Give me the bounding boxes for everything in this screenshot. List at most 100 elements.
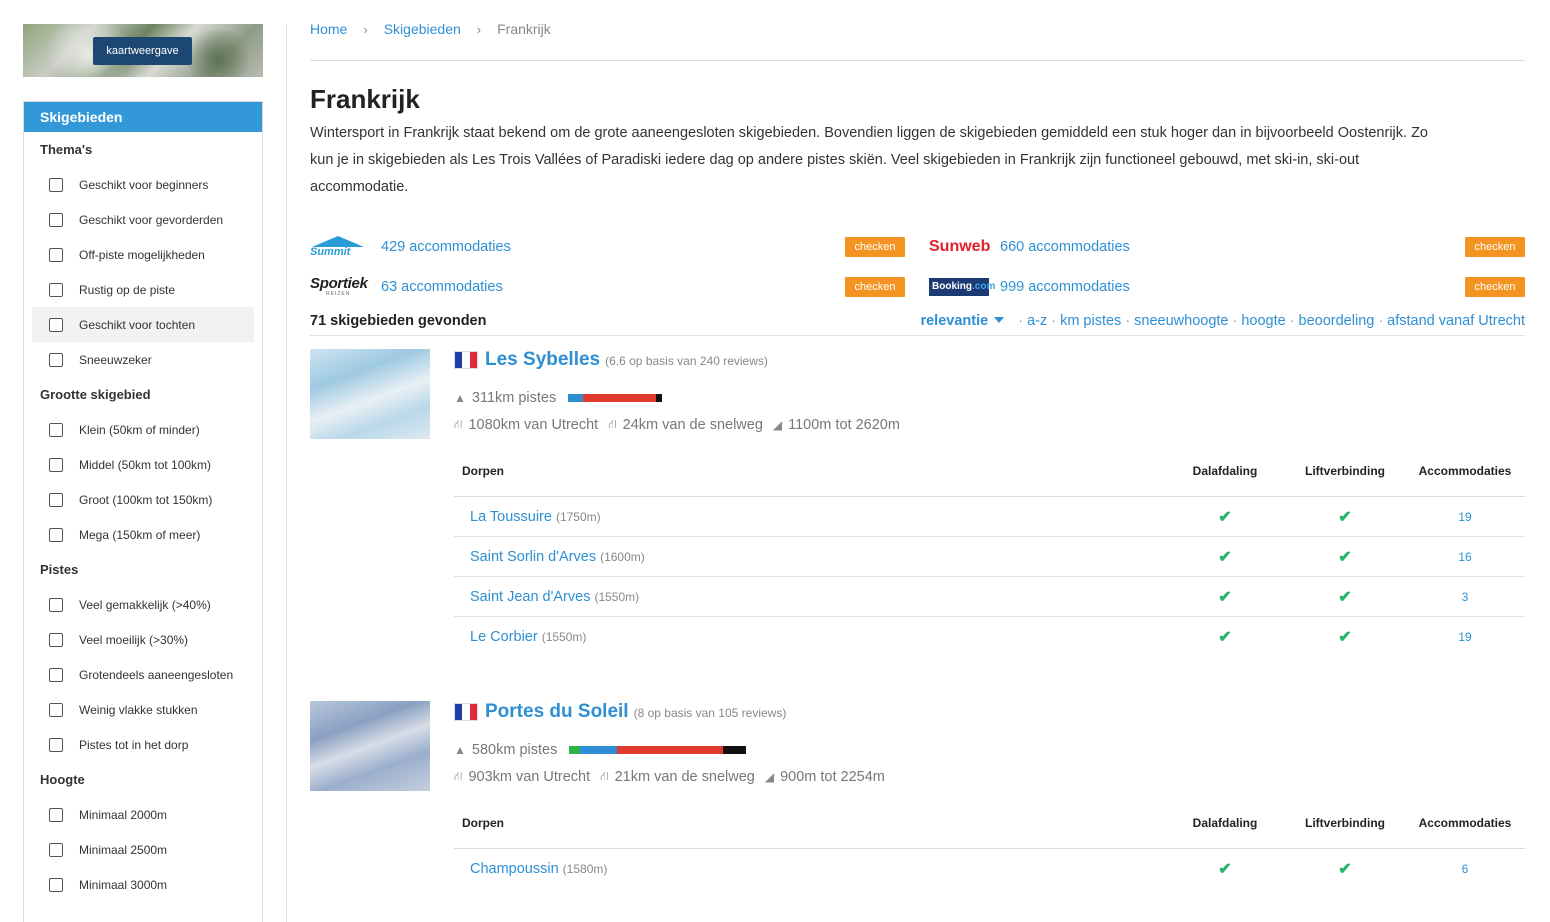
ski-area-reviews: (8 op basis van 105 reviews) <box>633 706 787 720</box>
ski-area-name[interactable]: Portes du Soleil <box>485 701 629 723</box>
partner-sportiek[interactable]: Sportiek REIZEN 63 accommodaties <box>310 275 503 299</box>
check-button-summit[interactable]: checken <box>845 237 905 257</box>
filter-option[interactable]: Minimaal 3000m <box>32 867 254 902</box>
piste-km: 311km pistes <box>471 390 557 406</box>
lift-cell: ✔ <box>1285 587 1405 607</box>
filter-option[interactable]: Off-piste mogelijkheden <box>32 237 254 272</box>
filter-option[interactable]: Geschikt voor gevorderden <box>32 202 254 237</box>
filter-checkbox[interactable] <box>49 177 63 192</box>
page-title: Frankrijk <box>310 84 420 114</box>
filter-checkbox[interactable] <box>49 422 63 437</box>
altitude-icon: ◢ <box>764 770 775 784</box>
accommodations-count[interactable]: 16 <box>1458 550 1471 564</box>
filter-checkbox[interactable] <box>49 492 63 507</box>
ski-area-title-row: Portes du Soleil (8 op basis van 105 revi… <box>454 701 786 723</box>
filter-panel: Skigebieden Thema's Geschikt voor beginne… <box>23 101 263 922</box>
filter-option[interactable]: Weinig vlakke stukken <box>32 692 254 727</box>
accommodations-cell: 6 <box>1405 860 1525 878</box>
partner-count[interactable]: 429 accommodaties <box>381 239 511 255</box>
partner-count[interactable]: 63 accommodaties <box>381 279 503 295</box>
village-altitude: (1550m) <box>594 589 640 604</box>
filter-checkbox[interactable] <box>49 457 63 472</box>
filter-checkbox[interactable] <box>49 737 63 752</box>
partner-count[interactable]: 999 accommodaties <box>1000 279 1130 295</box>
filter-checkbox[interactable] <box>49 212 63 227</box>
filter-checkbox[interactable] <box>49 632 63 647</box>
partner-sunweb[interactable]: Sunweb 660 accommodaties <box>929 235 1130 259</box>
filter-option[interactable]: Minimaal 2000m <box>32 797 254 832</box>
accommodations-cell: 19 <box>1405 628 1525 646</box>
filter-group-title: Grootte skigebied <box>40 387 151 402</box>
village-name[interactable]: Le Corbier <box>470 629 538 645</box>
village-name[interactable]: Saint Sorlin d'Arves <box>470 549 596 565</box>
village-row: La Toussuire (1750m) ✔ ✔ 19 <box>454 497 1525 537</box>
filter-option[interactable]: Veel moeilijk (>30%) <box>32 622 254 657</box>
check-button-booking[interactable]: checken <box>1465 277 1525 297</box>
filter-option[interactable]: Klein (50km of minder) <box>32 412 254 447</box>
village-name[interactable]: La Toussuire <box>470 509 552 525</box>
filter-checkbox[interactable] <box>49 527 63 542</box>
villages-table: Dorpen Dalafdaling Liftverbinding Accommoda… <box>454 798 1525 889</box>
accommodations-count[interactable]: 3 <box>1462 590 1469 604</box>
villages-table-header: Dorpen Dalafdaling Liftverbinding Accommoda… <box>454 446 1525 497</box>
partner-summit[interactable]: Summit 429 accommodaties <box>310 235 511 259</box>
ski-area-thumbnail[interactable] <box>310 349 430 439</box>
partner-count[interactable]: 660 accommodaties <box>1000 239 1130 255</box>
summit-logo: Summit <box>310 235 372 259</box>
filter-checkbox[interactable] <box>49 282 63 297</box>
filter-option[interactable]: Grotendeels aaneengesloten <box>32 657 254 692</box>
breadcrumb: Home › Skigebieden › Frankrijk <box>310 0 1525 61</box>
filter-label: Grotendeels aaneengesloten <box>79 667 234 682</box>
lift-cell: ✔ <box>1285 547 1405 567</box>
filter-checkbox[interactable] <box>49 842 63 857</box>
filter-option[interactable]: Minimaal 2500m <box>32 832 254 867</box>
breadcrumb-home[interactable]: Home <box>310 21 347 37</box>
ski-area-thumbnail[interactable] <box>310 701 430 791</box>
filter-checkbox[interactable] <box>49 597 63 612</box>
piste-black-segment <box>655 394 663 402</box>
filter-option[interactable]: Sneeuwzeker <box>32 342 254 377</box>
ski-area-name[interactable]: Les Sybelles <box>485 349 600 371</box>
accommodations-count[interactable]: 6 <box>1462 862 1469 876</box>
distance-from-utrecht: 903km van Utrecht <box>468 769 591 785</box>
filter-group-title: Thema's <box>40 142 93 157</box>
villages-table: Dorpen Dalafdaling Liftverbinding Accommoda… <box>454 446 1525 657</box>
map-thumbnail[interactable]: kaartweergave <box>23 24 263 77</box>
accommodations-count[interactable]: 19 <box>1458 630 1471 644</box>
check-button-sunweb[interactable]: checken <box>1465 237 1525 257</box>
filter-label: Mega (150km of meer) <box>79 527 201 542</box>
map-view-button[interactable]: kaartweergave <box>93 37 192 65</box>
filter-option[interactable]: Rustig op de piste <box>32 272 254 307</box>
accommodations-cell: 3 <box>1405 588 1525 606</box>
accommodations-count[interactable]: 19 <box>1458 510 1471 524</box>
filter-label: Veel gemakkelijk (>40%) <box>79 597 211 612</box>
filter-option[interactable]: Geschikt voor beginners <box>32 167 254 202</box>
village-name[interactable]: Saint Jean d'Arves <box>470 589 590 605</box>
filter-option[interactable]: Veel gemakkelijk (>40%) <box>32 587 254 622</box>
chevron-down-icon[interactable] <box>994 316 1005 323</box>
filter-option[interactable]: Middel (50km tot 100km) <box>32 447 254 482</box>
header-accommodations: Accommodaties <box>1418 816 1512 830</box>
filter-checkbox[interactable] <box>49 877 63 892</box>
filter-option[interactable]: Pistes tot in het dorp <box>32 727 254 762</box>
village-altitude: (1580m) <box>562 862 608 876</box>
filter-checkbox[interactable] <box>49 352 63 367</box>
filter-checkbox[interactable] <box>49 702 63 717</box>
altitude-icon: ◢ <box>772 418 783 432</box>
ski-area-card: Les Sybelles (6.6 op basis van 240 review… <box>310 349 1525 701</box>
partner-booking[interactable]: Booking.com 999 accommodaties <box>929 275 1130 299</box>
check-button-sportiek[interactable]: checken <box>845 277 905 297</box>
lift-cell: ✔ <box>1285 627 1405 647</box>
filter-label: Geschikt voor tochten <box>79 317 196 332</box>
filter-label: Pistes tot in het dorp <box>79 737 189 752</box>
breadcrumb-skigebieden[interactable]: Skigebieden <box>384 21 461 37</box>
filter-option[interactable]: Geschikt voor tochten <box>32 307 254 342</box>
filter-option[interactable]: Groot (100km tot 150km) <box>32 482 254 517</box>
village-name[interactable]: Champoussin <box>470 861 559 877</box>
filter-checkbox[interactable] <box>49 807 63 822</box>
filter-checkbox[interactable] <box>49 317 63 332</box>
village-cell: La Toussuire (1750m) <box>454 508 1165 526</box>
filter-checkbox[interactable] <box>49 247 63 262</box>
filter-checkbox[interactable] <box>49 667 63 682</box>
filter-option[interactable]: Mega (150km of meer) <box>32 517 254 552</box>
